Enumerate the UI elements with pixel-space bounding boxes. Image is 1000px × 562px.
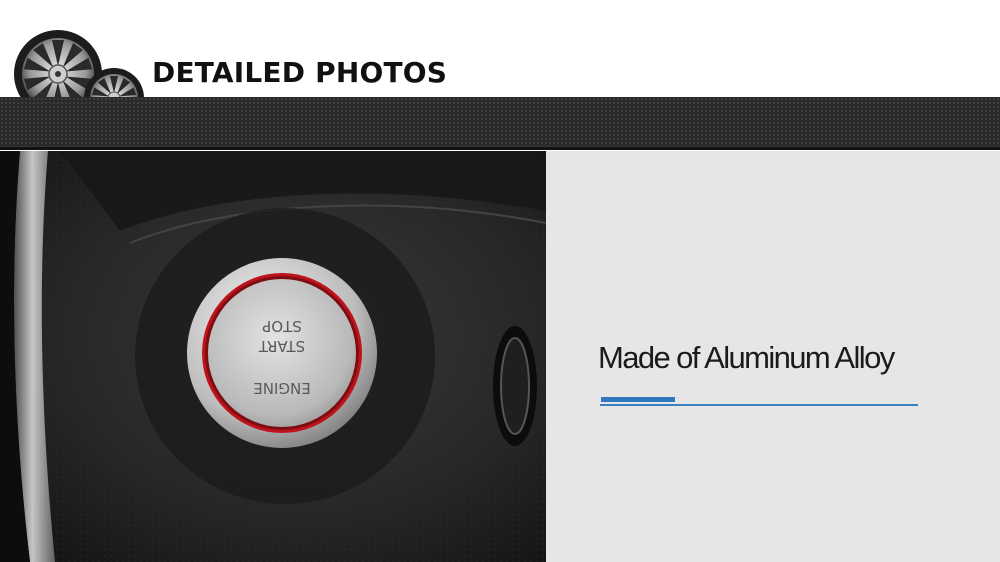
caption-underline-accent: [601, 397, 675, 402]
caption-underline: [600, 404, 918, 406]
feature-panel: Made of Aluminum Alloy: [546, 151, 1000, 562]
button-text-engine: ENGINE: [253, 379, 310, 397]
section-title: DETAILED PHOTOS: [152, 56, 448, 89]
product-photo: ENGINE START STOP: [0, 151, 546, 562]
button-text-start: START: [258, 337, 305, 355]
header-divider: [0, 147, 1000, 150]
feature-caption: Made of Aluminum Alloy: [598, 340, 895, 375]
header: DETAILED PHOTOS: [0, 0, 1000, 150]
button-text-stop: STOP: [262, 317, 302, 335]
start-stop-button-image: ENGINE START STOP: [0, 151, 546, 562]
header-band: [0, 97, 1000, 147]
